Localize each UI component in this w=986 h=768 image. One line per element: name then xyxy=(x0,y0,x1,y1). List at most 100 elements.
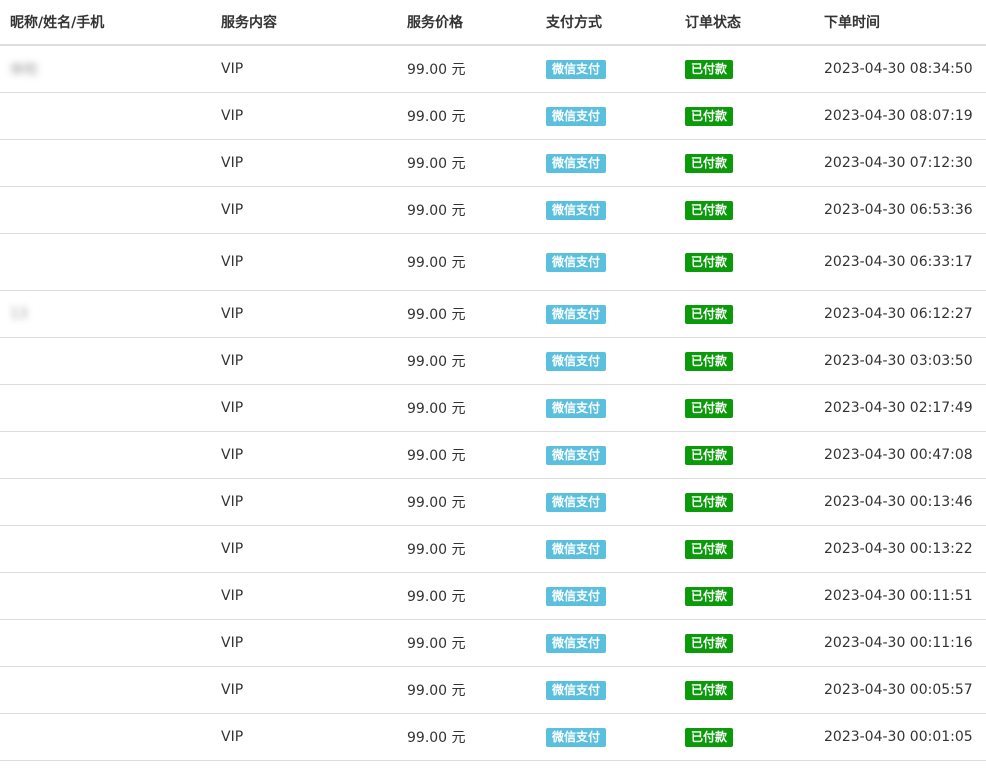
cell-name xyxy=(0,619,221,667)
table-row[interactable]: 13 VIP 99.00 元微信支付 已付款 2023-04-30 06:12:27 xyxy=(0,290,986,338)
status-badge: 已付款 xyxy=(685,106,734,126)
cell-time: 2023-04-30 00:11:51 xyxy=(824,572,986,620)
payment-method-badge: 微信支付 xyxy=(546,153,607,173)
payment-method-badge: 微信支付 xyxy=(546,351,607,371)
cell-payment: 微信支付 xyxy=(546,384,685,432)
cell-payment: 微信支付 xyxy=(546,45,685,93)
cell-name xyxy=(0,92,221,140)
header-status[interactable]: 订单状态 xyxy=(685,0,824,46)
cell-time: 2023-04-30 00:13:46 xyxy=(824,478,986,526)
cell-payment: 微信支付 xyxy=(546,666,685,714)
cell-status: 已付款 xyxy=(685,525,824,573)
cell-payment: 微信支付 xyxy=(546,337,685,385)
cell-service: VIP xyxy=(221,619,407,667)
cell-payment: 微信支付 xyxy=(546,233,685,291)
payment-method-badge: 微信支付 xyxy=(546,680,607,700)
table-row[interactable]: VIP 99.00 元微信支付 已付款 2023-04-30 00:13:46 xyxy=(0,478,986,526)
table-row[interactable]: VIP 99.00 元微信支付 已付款 2023-04-30 07:12:30 xyxy=(0,139,986,187)
cell-price: 99.00 元 xyxy=(407,45,546,93)
status-badge: 已付款 xyxy=(685,680,734,700)
header-payment[interactable]: 支付方式 xyxy=(546,0,685,46)
status-badge: 已付款 xyxy=(685,351,734,371)
payment-method-badge: 微信支付 xyxy=(546,445,607,465)
status-badge: 已付款 xyxy=(685,252,734,272)
table-row[interactable]: VIP 99.00 元微信支付 已付款 2023-04-30 00:11:16 xyxy=(0,619,986,667)
cell-status: 已付款 xyxy=(685,45,824,93)
header-time[interactable]: 下单时间 xyxy=(824,0,986,46)
header-price[interactable]: 服务价格 xyxy=(407,0,546,46)
cell-price: 99.00 元 xyxy=(407,186,546,234)
cell-status: 已付款 xyxy=(685,290,824,338)
cell-service: VIP xyxy=(221,384,407,432)
cell-price: 99.00 元 xyxy=(407,666,546,714)
status-badge: 已付款 xyxy=(685,727,734,747)
cell-status: 已付款 xyxy=(685,337,824,385)
table-row[interactable]: VIP 99.00 元微信支付 已付款 2023-04-30 08:07:19 xyxy=(0,92,986,140)
cell-time: 2023-04-30 00:05:57 xyxy=(824,666,986,714)
payment-method-badge: 微信支付 xyxy=(546,492,607,512)
header-name[interactable]: 昵称/姓名/手机 xyxy=(0,0,221,46)
cell-price: 99.00 元 xyxy=(407,92,546,140)
status-badge: 已付款 xyxy=(685,492,734,512)
cell-status: 已付款 xyxy=(685,478,824,526)
cell-payment: 微信支付 xyxy=(546,186,685,234)
masked-name: 体检 xyxy=(10,62,38,78)
cell-time: 2023-04-30 00:11:16 xyxy=(824,619,986,667)
payment-method-badge: 微信支付 xyxy=(546,106,607,126)
status-badge: 已付款 xyxy=(685,398,734,418)
cell-price: 99.00 元 xyxy=(407,478,546,526)
cell-price: 99.00 元 xyxy=(407,572,546,620)
cell-status: 已付款 xyxy=(685,233,824,291)
header-service[interactable]: 服务内容 xyxy=(221,0,407,46)
cell-service: VIP xyxy=(221,186,407,234)
cell-name xyxy=(0,233,221,291)
cell-service: VIP xyxy=(221,431,407,479)
cell-time: 2023-04-30 00:47:08 xyxy=(824,431,986,479)
cell-name xyxy=(0,337,221,385)
status-badge: 已付款 xyxy=(685,539,734,559)
cell-status: 已付款 xyxy=(685,666,824,714)
table-row[interactable]: VIP 99.00 元微信支付 已付款 2023-04-30 02:17:49 xyxy=(0,384,986,432)
cell-payment: 微信支付 xyxy=(546,92,685,140)
payment-method-badge: 微信支付 xyxy=(546,633,607,653)
cell-service: VIP xyxy=(221,478,407,526)
status-badge: 已付款 xyxy=(685,633,734,653)
cell-name xyxy=(0,666,221,714)
cell-status: 已付款 xyxy=(685,139,824,187)
cell-service: VIP xyxy=(221,92,407,140)
cell-price: 99.00 元 xyxy=(407,233,546,291)
cell-time: 2023-04-30 08:07:19 xyxy=(824,92,986,140)
cell-name xyxy=(0,478,221,526)
cell-price: 99.00 元 xyxy=(407,384,546,432)
table-row[interactable]: VIP 99.00 元微信支付 已付款 2023-04-30 00:01:05 xyxy=(0,713,986,761)
cell-payment: 微信支付 xyxy=(546,478,685,526)
cell-name: 13 xyxy=(0,290,221,338)
table-row[interactable]: VIP 99.00 元微信支付 已付款 2023-04-30 00:11:51 xyxy=(0,572,986,620)
table-row[interactable]: VIP 99.00 元微信支付 已付款 2023-04-30 00:05:57 xyxy=(0,666,986,714)
cell-name xyxy=(0,572,221,620)
status-badge: 已付款 xyxy=(685,153,734,173)
table-row[interactable]: VIP 99.00 元微信支付 已付款 2023-04-30 06:53:36 xyxy=(0,186,986,234)
payment-method-badge: 微信支付 xyxy=(546,252,607,272)
cell-payment: 微信支付 xyxy=(546,572,685,620)
cell-payment: 微信支付 xyxy=(546,431,685,479)
table-row[interactable]: VIP 99.00 元微信支付 已付款 2023-04-30 03:03:50 xyxy=(0,337,986,385)
cell-status: 已付款 xyxy=(685,186,824,234)
cell-time: 2023-04-30 00:01:05 xyxy=(824,713,986,761)
cell-status: 已付款 xyxy=(685,713,824,761)
table-row[interactable]: 体检 VIP 99.00 元微信支付 已付款 2023-04-30 08:34:50 xyxy=(0,45,986,93)
cell-service: VIP xyxy=(221,233,407,291)
orders-table-body: 体检 VIP 99.00 元微信支付 已付款 2023-04-30 08:34:50 VI… xyxy=(0,45,986,761)
cell-payment: 微信支付 xyxy=(546,525,685,573)
payment-method-badge: 微信支付 xyxy=(546,539,607,559)
cell-time: 2023-04-30 06:12:27 xyxy=(824,290,986,338)
table-row[interactable]: VIP 99.00 元微信支付 已付款 2023-04-30 06:33:17 xyxy=(0,233,986,291)
cell-price: 99.00 元 xyxy=(407,525,546,573)
cell-price: 99.00 元 xyxy=(407,713,546,761)
table-row[interactable]: VIP 99.00 元微信支付 已付款 2023-04-30 00:47:08 xyxy=(0,431,986,479)
payment-method-badge: 微信支付 xyxy=(546,398,607,418)
table-row[interactable]: VIP 99.00 元微信支付 已付款 2023-04-30 00:13:22 xyxy=(0,525,986,573)
status-badge: 已付款 xyxy=(685,59,734,79)
cell-status: 已付款 xyxy=(685,431,824,479)
cell-time: 2023-04-30 06:33:17 xyxy=(824,233,986,291)
